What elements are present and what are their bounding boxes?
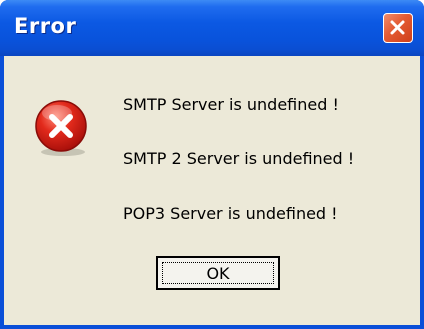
message-smtp2: SMTP 2 Server is undefined ! xyxy=(123,149,355,168)
close-icon xyxy=(390,20,405,35)
message-smtp: SMTP Server is undefined ! xyxy=(123,95,339,114)
dialog-body: SMTP Server is undefined ! SMTP 2 Server… xyxy=(4,56,420,325)
message-pop3: POP3 Server is undefined ! xyxy=(123,204,338,223)
error-icon xyxy=(35,100,87,156)
close-button[interactable] xyxy=(383,13,413,43)
window-title: Error xyxy=(14,14,77,38)
title-bar[interactable]: Error xyxy=(0,0,424,56)
ok-button[interactable]: OK xyxy=(156,256,280,290)
ok-button-label: OK xyxy=(162,262,274,284)
error-dialog: Error SMTP Server is undefined ! SMTP 2 … xyxy=(0,0,424,329)
